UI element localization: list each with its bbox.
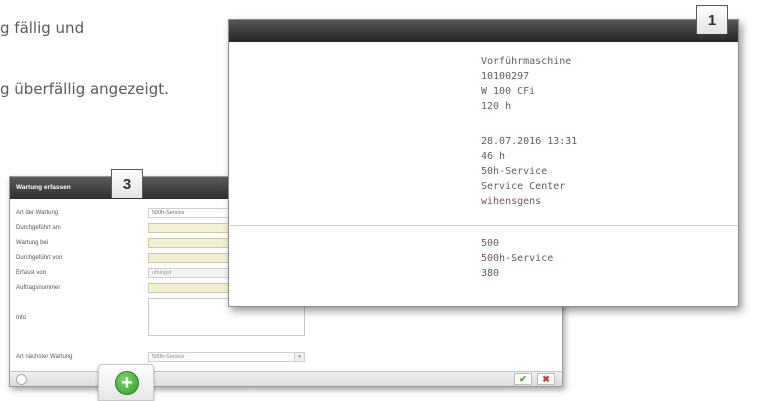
wartung-bei-label: Wartung bei: [16, 240, 49, 246]
last-service-line: 28.07.2016 13:31: [481, 136, 578, 147]
dialog-footer: ✔ ✖: [10, 371, 562, 386]
machine-info-line: W 100 CFi: [481, 86, 536, 97]
durchgefuehrt-am-label: Durchgeführt am: [16, 225, 61, 231]
chevron-down-icon[interactable]: ▾: [294, 353, 304, 361]
last-service-line: 50h-Service: [481, 166, 548, 177]
last-service-line: wihensgens: [481, 196, 542, 207]
next-service-line: 500h-Service: [481, 253, 554, 264]
callout-badge-3: 3: [111, 169, 143, 198]
last-service-section: 28.07.2016 13:31 46 h 50h-Service Servic…: [229, 122, 738, 226]
art-naechster-wartung-value: 500h-Service: [152, 354, 185, 360]
erfasst-von-label: Erfasst von: [16, 270, 47, 276]
auftragsnummer-label: Auftragsnummer: [16, 285, 61, 291]
info-label: Info: [16, 315, 27, 321]
background-text-line-2: g überfällig angezeigt.: [0, 80, 169, 98]
art-naechster-wartung-select[interactable]: 500h-Service ▾: [148, 352, 305, 362]
last-service-line: Service Center: [481, 181, 566, 192]
machine-details-panel: Vorführmaschine 10100297 W 100 CFi 120 h…: [228, 19, 739, 307]
last-service-line: 46 h: [481, 151, 506, 162]
save-button[interactable]: ✔: [514, 373, 532, 385]
circle-icon[interactable]: [16, 374, 27, 385]
art-der-wartung-label: Art der Wartung: [16, 210, 59, 216]
callout-badge-1: 1: [696, 5, 728, 34]
next-service-line: 500: [481, 238, 500, 249]
cancel-button[interactable]: ✖: [537, 373, 555, 385]
durchgefuehrt-von-label: Durchgeführt von: [16, 255, 63, 261]
next-service-section: 500 500h-Service 380: [229, 226, 738, 306]
machine-info-line: Vorführmaschine: [481, 56, 572, 67]
machine-info-line: 10100297: [481, 71, 530, 82]
background-text-line-1: g fällig und: [0, 19, 85, 37]
machine-info-line: 120 h: [481, 101, 512, 112]
panel-titlebar: [229, 20, 738, 42]
add-button[interactable]: +: [98, 364, 154, 401]
plus-icon: +: [115, 371, 139, 395]
art-naechster-wartung-label: Art nächster Wartung: [16, 354, 73, 360]
next-service-line: 380: [481, 268, 500, 279]
